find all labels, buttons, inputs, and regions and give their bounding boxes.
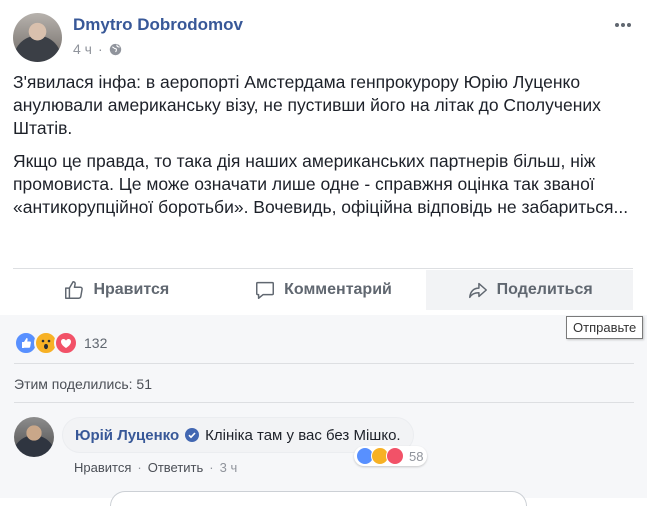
comment-reaction-count: 58 bbox=[409, 448, 424, 464]
separator: · bbox=[209, 460, 214, 475]
like-label: Нравится bbox=[93, 281, 170, 298]
reply-input[interactable] bbox=[110, 491, 527, 506]
comment-button[interactable]: Комментарий bbox=[220, 270, 427, 310]
post-card: Dmytro Dobrodomov 4 ч · З'явилася інфа: … bbox=[0, 0, 647, 315]
post-meta: 4 ч · bbox=[73, 41, 122, 57]
separator: · bbox=[137, 460, 142, 475]
comment-label: Комментарий bbox=[284, 281, 392, 298]
love-icon bbox=[386, 447, 404, 465]
shares-link[interactable]: Этим поделились: 51 bbox=[14, 376, 152, 392]
reactions-count: 132 bbox=[84, 335, 108, 351]
thumbs-up-icon bbox=[65, 281, 84, 299]
verified-badge-icon bbox=[185, 428, 200, 442]
globe-icon[interactable] bbox=[109, 43, 122, 56]
share-button[interactable]: Поделиться bbox=[426, 270, 634, 310]
feedback-section: 132 Этим поделились: 51 Юрій Луценко Клі… bbox=[0, 315, 647, 506]
post-paragraph-2: Якщо це правда, то така дія наших америк… bbox=[13, 151, 629, 217]
post-author[interactable]: Dmytro Dobrodomov bbox=[73, 15, 243, 35]
reactions-summary[interactable]: 132 bbox=[14, 331, 107, 355]
post-time[interactable]: 4 ч bbox=[73, 41, 92, 57]
comment-actions: Нравится · Ответить · 3 ч bbox=[74, 460, 237, 475]
share-tooltip: Отправьте bbox=[566, 316, 644, 339]
comment-author[interactable]: Юрій Луценко bbox=[75, 427, 179, 444]
separator: · bbox=[97, 41, 103, 57]
comment-text: Клініка там у вас без Мішко. bbox=[205, 426, 401, 444]
comment-icon bbox=[256, 281, 275, 299]
divider bbox=[14, 402, 634, 403]
love-icon bbox=[54, 331, 78, 355]
commenter-avatar[interactable] bbox=[14, 417, 54, 457]
like-button[interactable]: Нравится bbox=[13, 270, 220, 310]
post-actions: Нравится Комментарий Поделиться bbox=[13, 270, 634, 310]
share-icon bbox=[468, 282, 487, 299]
comment-time[interactable]: 3 ч bbox=[220, 460, 238, 475]
post-text: З'явилася інфа: в аеропорті Амстердама г… bbox=[13, 71, 633, 229]
comment-like-link[interactable]: Нравится bbox=[74, 460, 131, 475]
divider bbox=[13, 268, 633, 269]
more-options-icon[interactable] bbox=[612, 14, 634, 36]
comment-reactions[interactable]: 58 bbox=[354, 446, 428, 466]
post-paragraph-1: З'явилася інфа: в аеропорті Амстердама г… bbox=[13, 72, 601, 138]
divider bbox=[14, 363, 634, 364]
share-label: Поделиться bbox=[496, 281, 593, 298]
comment-reply-link[interactable]: Ответить bbox=[148, 460, 204, 475]
author-avatar[interactable] bbox=[13, 13, 62, 62]
